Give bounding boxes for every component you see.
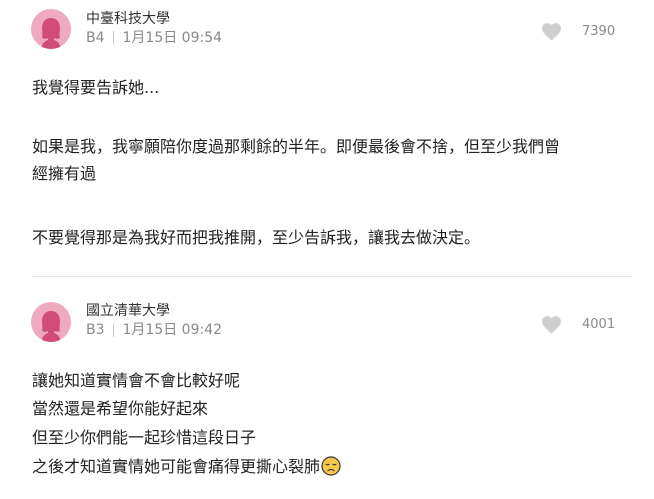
like-count: 4001 [582,316,616,332]
female-avatar-icon [41,18,61,49]
comment-line: 但至少你們能一起珍惜這段日子 [32,428,257,447]
post-time: 1月15日 09:42 [122,322,223,338]
heart-icon[interactable] [541,315,562,334]
comment-b3: 國立清華大學 B3 1月15日 09:42 4001 讓她知道實情會不會比較好呢… [0,290,654,499]
post-meta: B3 1月15日 09:42 [86,321,222,339]
comment-line: 經擁有過 [32,164,97,183]
meta-divider [112,323,114,337]
like-button[interactable]: 7390 [541,22,615,41]
comment-line: 我覺得要告訴她... [32,78,160,97]
avatar[interactable] [31,302,71,342]
floor-label[interactable]: B3 [86,321,105,339]
meta-divider [112,31,114,45]
comment-line: 不要覺得那是為我好而把我推開，至少告訴我，讓我去做決定。 [32,228,481,247]
school-name[interactable]: 中臺科技大學 [86,10,170,28]
comment-line-text: 之後才知道實情她可能會痛得更撕心裂肺 [32,457,321,476]
comment-line: 如果是我，我寧願陪你度過那剩餘的半年。即便最後會不捨，但至少我們曾 [32,137,561,156]
female-avatar-icon [41,311,61,342]
avatar[interactable] [31,9,71,49]
heart-icon[interactable] [541,22,562,41]
post-meta: B4 1月15日 09:54 [86,29,222,47]
comment-line: 當然還是希望你能好起來 [32,399,209,418]
school-name[interactable]: 國立清華大學 [86,302,170,320]
post-time: 1月15日 09:54 [122,30,223,46]
disappointed-face-emoji [321,456,341,476]
comment-line: 讓她知道實情會不會比較好呢 [32,371,241,390]
comment-b4: 中臺科技大學 B4 1月15日 09:54 7390 我覺得要告訴她... 如果… [0,0,654,270]
like-count: 7390 [582,23,616,39]
floor-label[interactable]: B4 [86,29,105,47]
like-button[interactable]: 4001 [541,315,615,334]
comment-line-with-emoji: 之後才知道實情她可能會痛得更撕心裂肺 [32,454,341,480]
comment-divider [32,276,632,277]
